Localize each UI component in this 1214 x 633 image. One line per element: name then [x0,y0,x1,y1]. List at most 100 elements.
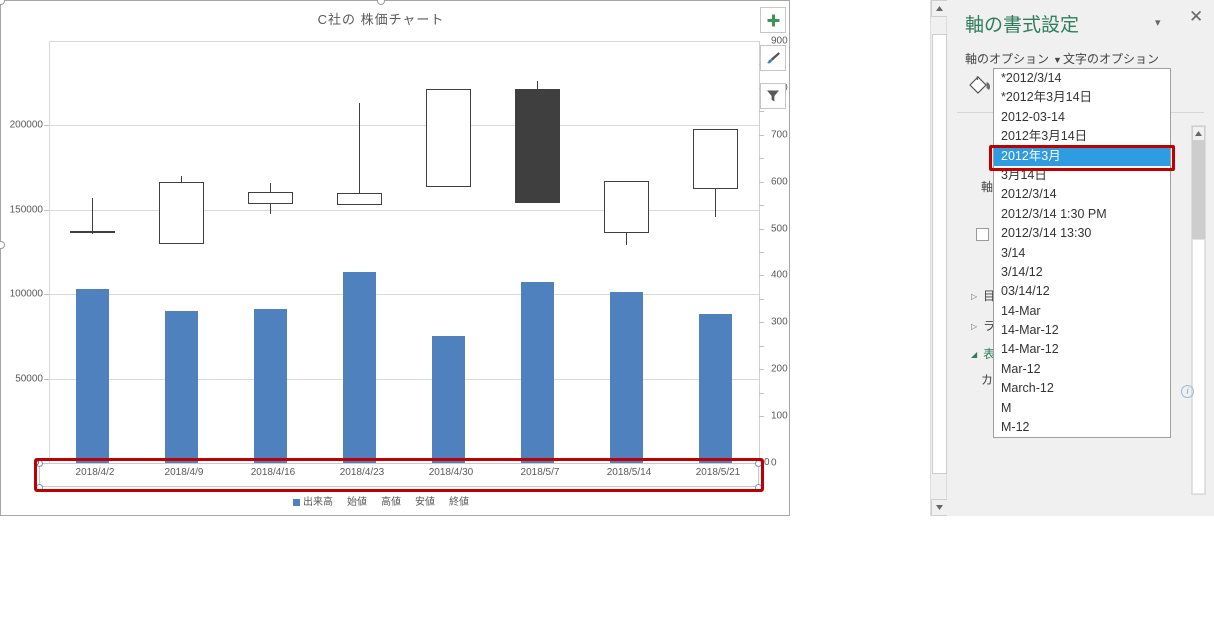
pane-scrollbar[interactable] [1191,125,1206,495]
right-axis-tickmark [759,275,764,277]
pane-close-button[interactable]: ✕ [1189,8,1203,25]
collapse-triangle-icon[interactable]: ◢ [971,350,977,359]
candle-body-flat[interactable] [70,231,115,233]
pane-row-number-format[interactable]: ◢ 表 [971,345,995,362]
candle-body[interactable] [515,89,560,203]
pane-scroll-up-arrow-icon[interactable] [1192,126,1205,141]
scroll-down-arrow-icon[interactable] [931,499,948,516]
expand-triangle-icon[interactable]: ▷ [971,292,977,301]
left-axis-tickmark [44,378,49,380]
chart-styles-button[interactable] [760,45,786,71]
chart-legend[interactable]: 出来高 始値 高値 安値 終値 [1,493,761,508]
candle-wick[interactable] [715,189,716,217]
tab-axis-options[interactable]: 軸のオプション ▼ [965,50,1062,67]
volume-bar[interactable] [699,314,732,463]
right-axis-tickmark [759,345,764,347]
scroll-up-arrow-icon[interactable] [931,0,948,17]
left-axis-tick-label: 100000 [9,288,43,300]
pane-row-labels[interactable]: ▷ ラ [971,317,995,334]
plot-area[interactable]: 50000 100000 150000 200000 0 100 200 300… [10,36,788,469]
right-axis-tick-label: 500 [771,223,788,235]
tab-text-options[interactable]: 文字のオプション [1063,50,1159,67]
dropdown-item[interactable]: *2012年3月14日 [994,88,1170,107]
pane-collapse-button[interactable]: ▾ [1155,16,1161,29]
chart-handle-tl[interactable] [0,0,5,5]
dropdown-item[interactable]: 2012年3月14日 [994,127,1170,146]
dropdown-selection-annotation [989,145,1175,171]
right-axis-tickmark [759,369,764,371]
dropdown-item[interactable]: 2012/3/14 [994,185,1170,204]
volume-bar[interactable] [165,311,198,463]
funnel-icon [767,90,779,102]
legend-item-open[interactable]: 始値 [347,497,367,508]
volume-bar[interactable] [610,292,643,463]
candle-body[interactable] [159,182,204,244]
candle-body[interactable] [604,181,649,233]
pane-row-axis-label: 軸 [981,180,994,194]
volume-bar[interactable] [76,289,109,463]
legend-item-low[interactable]: 安値 [415,497,435,508]
tab-text-options-label: 文字のオプション [1063,52,1160,66]
dropdown-item[interactable]: 14-Mar [994,302,1170,321]
dropdown-item[interactable]: 14-Mar-12 [994,340,1170,359]
right-axis-tickmark [759,181,764,183]
dropdown-item[interactable]: 03/14/12 [994,282,1170,301]
dropdown-item[interactable]: *2012/3/14 [994,69,1170,88]
right-axis-tick-label: 200 [771,363,788,375]
scrollbar-thumb[interactable] [932,34,947,474]
dropdown-item[interactable]: March-12 [994,379,1170,398]
chart-handle-ml[interactable] [0,241,5,249]
candle-wick[interactable] [626,231,627,245]
candle-wick[interactable] [359,103,360,205]
candle-body[interactable] [337,193,382,205]
chart-title[interactable]: C社の 株価チャート [1,9,761,28]
pane-scrollbar-track[interactable] [1192,239,1205,494]
brush-icon [766,51,780,63]
volume-bar[interactable] [432,336,465,463]
candle-body[interactable] [426,89,471,187]
pane-scrollbar-thumb[interactable] [1192,141,1205,239]
right-axis-tick-label: 300 [771,316,788,328]
dropdown-item[interactable]: M-12 [994,418,1170,437]
legend-item-high[interactable]: 高値 [381,497,401,508]
right-axis-tick-label: 600 [771,176,788,188]
pane-row-tickmarks[interactable]: ▷ 目 [971,287,995,304]
info-icon[interactable]: i [1181,385,1194,398]
legend-item-volume[interactable]: 出来高 [293,497,333,508]
legend-label: 安値 [415,497,435,508]
dropdown-item[interactable]: Mar-12 [994,360,1170,379]
dropdown-item[interactable]: M [994,399,1170,418]
dropdown-item[interactable]: 3/14 [994,244,1170,263]
dropdown-item[interactable]: 2012/3/14 1:30 PM [994,205,1170,224]
chart-object[interactable]: C社の 株価チャート 50000 100000 150000 200000 0 … [0,0,790,516]
worksheet-scrollbar[interactable] [930,0,948,516]
chart-elements-button[interactable] [760,7,786,33]
right-axis-zero-label: 0 [764,457,770,468]
legend-item-close[interactable]: 終値 [449,497,469,508]
right-axis-tick-label: 700 [771,129,788,141]
gridline [49,294,759,296]
chart-filters-button[interactable] [760,83,786,109]
legend-label: 始値 [347,497,367,508]
expand-triangle-icon[interactable]: ▷ [971,322,977,331]
volume-bar[interactable] [343,272,376,463]
pane-checkbox[interactable] [976,228,989,241]
right-axis-tickmark [759,134,764,136]
right-axis-tickmark [759,205,764,207]
dropdown-item[interactable]: 14-Mar-12 [994,321,1170,340]
volume-bar[interactable] [254,309,287,463]
chevron-down-icon[interactable]: ▼ [1053,55,1062,65]
dropdown-item[interactable]: 2012/3/14 13:30 [994,224,1170,243]
left-axis-tick-label: 50000 [15,373,43,385]
volume-bar[interactable] [521,282,554,463]
left-axis-tickmark [44,125,49,127]
dropdown-item[interactable]: 3/14/12 [994,263,1170,282]
dropdown-item[interactable]: 2012-03-14 [994,108,1170,127]
candle-body[interactable] [693,129,738,189]
right-axis-tickmark [759,111,764,113]
date-format-dropdown-list[interactable]: *2012/3/14 *2012年3月14日 2012-03-14 2012年3… [993,68,1171,438]
candle-body[interactable] [248,192,293,204]
left-axis-tick-label: 200000 [9,119,43,131]
chart-handle-tc[interactable] [377,0,385,5]
candle-wick[interactable] [92,198,93,234]
